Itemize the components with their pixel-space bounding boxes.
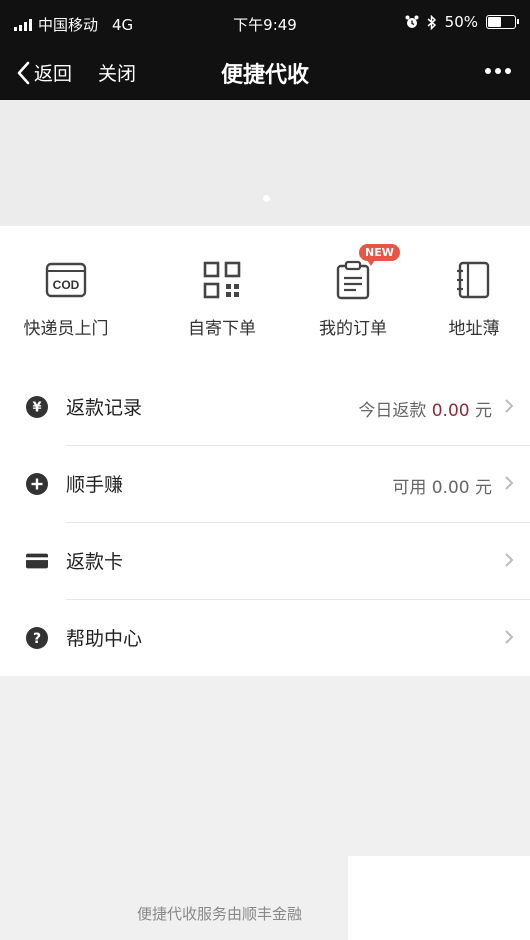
carousel-indicator (263, 195, 270, 202)
cod-icon: COD (45, 262, 87, 298)
grid-item-self-send[interactable]: 自寄下单 (156, 260, 288, 339)
list-item-value: 今日返款 0.00 元 (358, 396, 492, 421)
grid-label: 地址薄 (448, 319, 500, 339)
grid-item-address-book[interactable]: 地址薄 (408, 260, 530, 339)
list-item-refund-records[interactable]: ¥ 返款记录 今日返款 0.00 元 (0, 368, 530, 445)
list-item-title: 顺手赚 (66, 474, 124, 496)
more-menu-button[interactable] (480, 56, 516, 86)
more-dot (495, 68, 501, 74)
chevron-right-icon (505, 476, 514, 490)
card-icon (26, 553, 48, 569)
shortcut-grid: COD 快递员上门 自寄下单 NEW 我的订单 地址薄 (0, 226, 530, 368)
battery-percent: 50% (444, 13, 478, 31)
list-item-title: 返款卡 (66, 551, 124, 573)
qr-code-icon (203, 261, 241, 299)
more-dot (485, 68, 491, 74)
divider (66, 522, 530, 523)
available-amount: 0.00 (431, 478, 470, 498)
bluetooth-icon (427, 14, 436, 30)
grid-label: 快递员上门 (23, 319, 109, 339)
grid-label: 自寄下单 (188, 319, 256, 339)
today-refund-label: 今日返款 (358, 401, 427, 421)
list-item-refund-card[interactable]: 返款卡 (0, 522, 530, 599)
yen-icon: ¥ (26, 396, 48, 418)
list-item-shunshouzhuan[interactable]: 顺手赚 可用 0.00 元 (0, 445, 530, 522)
overlay-patch (348, 856, 530, 940)
chevron-right-icon (505, 630, 514, 644)
new-badge: NEW (359, 244, 400, 266)
alarm-icon (405, 15, 419, 28)
grid-item-my-orders[interactable]: NEW 我的订单 (287, 244, 419, 339)
currency-unit: 元 (475, 478, 492, 498)
list-item-title: 返款记录 (66, 397, 143, 419)
grid-item-courier-pickup[interactable]: COD 快递员上门 (0, 260, 132, 339)
cod-text: COD (53, 278, 80, 292)
more-dot (505, 68, 511, 74)
today-refund-amount: 0.00 (431, 401, 470, 421)
back-button[interactable]: 返回 (16, 59, 72, 86)
help-icon: ? (26, 627, 48, 649)
list-item-value: 可用 0.00 元 (392, 473, 492, 498)
available-label: 可用 (392, 478, 427, 498)
divider (66, 599, 530, 600)
banner-carousel[interactable] (0, 100, 530, 224)
chevron-right-icon (505, 553, 514, 567)
nav-bar: 返回 关闭 便捷代收 (0, 46, 530, 100)
currency-unit: 元 (475, 401, 492, 421)
battery-icon (486, 15, 519, 29)
chevron-left-icon (17, 61, 30, 84)
status-bar: 中国移动 4G 下午9:49 50% (0, 0, 530, 46)
clipboard-icon (336, 260, 370, 300)
address-book-icon (457, 261, 490, 299)
footer-text: 便捷代收服务由顺丰金融 (137, 905, 303, 923)
list-item-title: 帮助中心 (66, 628, 143, 650)
grid-label: 我的订单 (319, 319, 387, 339)
yen-symbol: ¥ (32, 401, 41, 416)
back-label: 返回 (34, 63, 73, 85)
chevron-right-icon (505, 399, 514, 413)
list-item-help-center[interactable]: ? 帮助中心 (0, 599, 530, 676)
close-button[interactable]: 关闭 (98, 59, 136, 86)
page-title: 便捷代收 (220, 63, 309, 88)
help-symbol: ? (33, 631, 41, 647)
menu-list: ¥ 返款记录 今日返款 0.00 元 顺手赚 可用 0.00 元 返款卡 ? 帮… (0, 368, 530, 676)
divider (66, 445, 530, 446)
plus-icon (26, 473, 48, 495)
